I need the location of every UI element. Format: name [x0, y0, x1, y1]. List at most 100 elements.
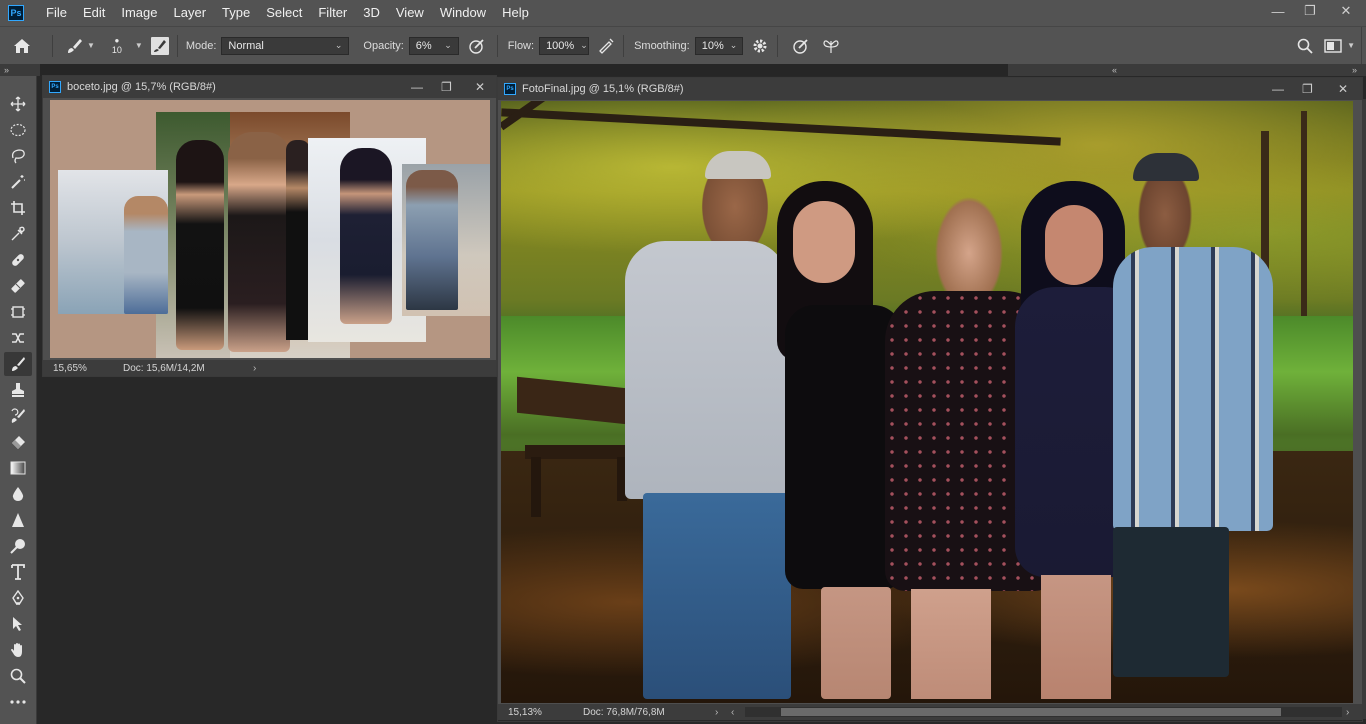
hand-icon[interactable] [4, 638, 32, 662]
healing-icon[interactable] [4, 248, 32, 272]
menu-edit[interactable]: Edit [75, 0, 113, 26]
mode-label: Mode: [185, 39, 217, 52]
brush-preset-icon[interactable] [61, 37, 87, 55]
move-icon[interactable] [4, 92, 32, 116]
scroll-right-icon[interactable]: › [1346, 707, 1362, 718]
status-menu-arrow-icon[interactable]: › [715, 707, 731, 718]
collapse-panels-icon[interactable]: « [1112, 64, 1117, 76]
menu-layer[interactable]: Layer [166, 0, 215, 26]
crop-icon[interactable] [4, 196, 32, 220]
scroll-left-icon[interactable]: ‹ [731, 707, 745, 718]
symmetry-butterfly-icon[interactable] [816, 37, 846, 55]
dodge-icon[interactable] [4, 534, 32, 558]
maximize-button[interactable]: ❐ [441, 76, 452, 98]
document-title: boceto.jpg @ 15,7% (RGB/8#) [67, 81, 216, 93]
gradient-icon[interactable] [4, 456, 32, 480]
smoothing-value: 10% [701, 39, 724, 52]
chevron-down-icon[interactable]: ▼ [135, 41, 143, 50]
fotofinal-composite-image [501, 101, 1353, 703]
chevron-down-icon[interactable]: ▼ [1347, 41, 1355, 50]
workspace-icon[interactable] [1319, 38, 1347, 53]
menu-3d[interactable]: 3D [355, 0, 388, 26]
pressure-size-icon[interactable] [786, 37, 816, 55]
menu-window[interactable]: Window [432, 0, 494, 26]
brush-size-value: 10 [111, 44, 122, 55]
tools-panel [0, 76, 37, 724]
doc-size: Doc: 15,6M/14,2M [123, 362, 205, 374]
document-title: FotoFinal.jpg @ 15,1% (RGB/8#) [522, 83, 684, 95]
search-icon[interactable] [1291, 38, 1319, 54]
boceto-collage-image [50, 100, 490, 358]
options-bar: ▼ ● 10 ▼ Mode: Normal ⌄ Opacity: 6% ⌄ Fl… [0, 26, 1366, 65]
magic-wand-icon[interactable] [4, 170, 32, 194]
minimize-button[interactable]: — [1262, 0, 1294, 22]
document-status-bar: 15,13% Doc: 76,8M/76,8M › ‹ › [498, 704, 1362, 720]
blur-drop-icon[interactable] [4, 482, 32, 506]
path-selection-icon[interactable] [4, 612, 32, 636]
patch-icon[interactable] [4, 274, 32, 298]
flow-field[interactable]: 100% ⌄ [539, 36, 590, 55]
marquee-icon[interactable] [4, 118, 32, 142]
scrollbar-thumb[interactable] [781, 708, 1281, 716]
doc-size: Doc: 76,8M/76,8M [583, 706, 665, 718]
document-canvas-area[interactable] [498, 100, 1362, 704]
document-canvas-area[interactable] [43, 98, 496, 360]
menu-type[interactable]: Type [214, 0, 258, 26]
document-titlebar[interactable]: Ps FotoFinal.jpg @ 15,1% (RGB/8#) — ❐ ✕ [498, 78, 1362, 100]
zoom-level[interactable]: 15,13% [498, 707, 583, 718]
pen-icon[interactable] [4, 586, 32, 610]
document-window-boceto[interactable]: Ps boceto.jpg @ 15,7% (RGB/8#) — ❐ ✕ 15,… [42, 75, 497, 377]
content-aware-move-icon[interactable] [4, 326, 32, 350]
close-button[interactable]: ✕ [1326, 0, 1366, 22]
menu-image[interactable]: Image [113, 0, 165, 26]
chevron-down-icon: ⌄ [444, 40, 452, 50]
eraser-icon[interactable] [4, 430, 32, 454]
document-status-bar: 15,65% Doc: 15,6M/14,2M › [43, 360, 496, 376]
chevron-down-icon[interactable]: ▼ [87, 41, 95, 50]
flow-value: 100% [546, 39, 575, 52]
menu-help[interactable]: Help [494, 0, 537, 26]
close-button[interactable]: ✕ [475, 76, 485, 98]
zoom-level[interactable]: 15,65% [43, 363, 123, 374]
frame-icon[interactable] [4, 300, 32, 324]
eyedropper-icon[interactable] [4, 222, 32, 246]
smoothing-field[interactable]: 10% ⌄ [694, 36, 743, 55]
sharpen-icon[interactable] [4, 508, 32, 532]
stamp-icon[interactable] [4, 378, 32, 402]
photoshop-logo-icon: Ps [8, 5, 24, 21]
more-tools-icon[interactable] [4, 690, 32, 714]
status-menu-arrow-icon[interactable]: › [253, 363, 256, 374]
minimize-button[interactable]: — [411, 76, 423, 98]
brush-settings-panel-icon[interactable] [150, 36, 169, 55]
gear-icon[interactable] [743, 38, 777, 54]
lasso-icon[interactable] [4, 144, 32, 168]
collapse-panels-right-icon[interactable]: » [1352, 64, 1357, 76]
menu-view[interactable]: View [388, 0, 432, 26]
flow-label: Flow: [507, 39, 535, 52]
airbrush-icon[interactable] [589, 37, 623, 55]
maximize-button[interactable]: ❐ [1302, 78, 1313, 100]
menu-select[interactable]: Select [258, 0, 310, 26]
chevron-down-icon: ⌄ [729, 40, 738, 50]
home-icon[interactable] [0, 27, 44, 65]
type-icon[interactable] [4, 560, 32, 584]
expand-toolbar-icon[interactable]: » [4, 64, 9, 76]
zoom-icon[interactable] [4, 664, 32, 688]
minimize-button[interactable]: — [1272, 78, 1284, 100]
horizontal-scrollbar[interactable] [745, 707, 1342, 717]
photoshop-doc-icon: Ps [49, 81, 61, 93]
opacity-field[interactable]: 6% ⌄ [408, 36, 459, 55]
brush-icon[interactable] [4, 352, 32, 376]
brush-size-picker[interactable]: ● 10 [107, 36, 127, 55]
pressure-opacity-icon[interactable] [459, 37, 495, 55]
restore-button[interactable]: ❐ [1294, 0, 1326, 22]
history-brush-icon[interactable] [4, 404, 32, 428]
mode-value: Normal [228, 39, 264, 52]
menu-file[interactable]: File [38, 0, 75, 26]
document-window-fotofinal[interactable]: Ps FotoFinal.jpg @ 15,1% (RGB/8#) — ❐ ✕ [497, 77, 1363, 722]
document-titlebar[interactable]: Ps boceto.jpg @ 15,7% (RGB/8#) — ❐ ✕ [43, 76, 496, 98]
close-button[interactable]: ✕ [1338, 78, 1348, 100]
mode-dropdown[interactable]: Normal ⌄ [221, 36, 350, 55]
menu-filter[interactable]: Filter [310, 0, 355, 26]
chevron-down-icon: ⌄ [580, 40, 588, 50]
